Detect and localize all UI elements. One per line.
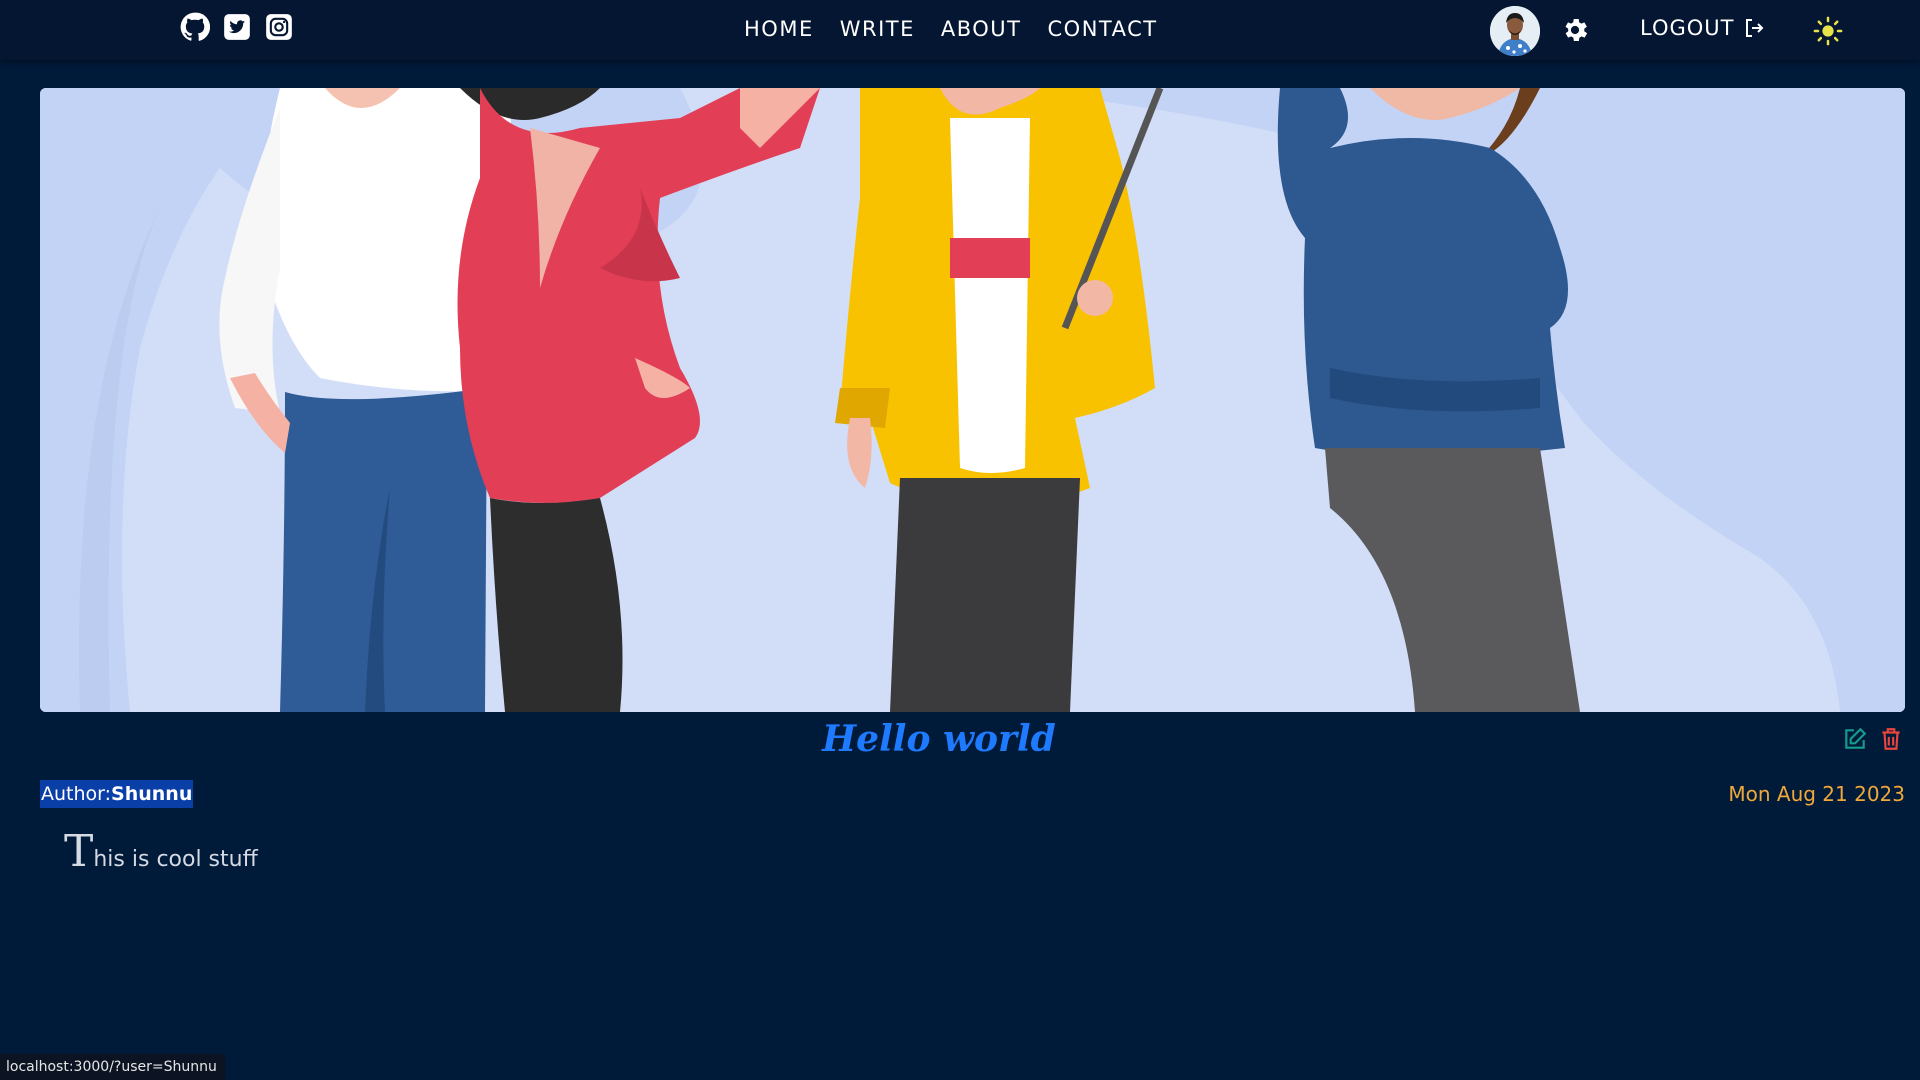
logout-button[interactable]: LOGOUT [1640,16,1766,40]
top-navbar: HOME WRITE ABOUT CONTACT LOGOUT [0,0,1920,60]
author-name: Shunnu [111,783,193,805]
nav-home-link[interactable]: HOME [744,14,814,44]
post-title: Hello world [822,718,1056,760]
post-body-text: his is cool stuff [93,847,258,872]
instagram-icon[interactable] [264,12,294,42]
author-label: Author: [41,783,112,805]
post-header-image [40,88,1905,712]
github-icon[interactable] [180,12,210,42]
twitter-icon[interactable] [222,12,252,42]
main-nav: HOME WRITE ABOUT CONTACT [744,14,1158,44]
avatar[interactable] [1490,6,1540,56]
logout-icon [1746,19,1764,37]
nav-contact-link[interactable]: CONTACT [1048,14,1158,44]
post-body: This is cool stuff [64,826,258,877]
nav-write-link[interactable]: WRITE [840,14,915,44]
sun-icon[interactable] [1813,16,1843,46]
gear-icon[interactable] [1560,15,1590,45]
logout-label: LOGOUT [1640,16,1735,40]
post-date: Mon Aug 21 2023 [1728,782,1905,806]
author-link[interactable]: Author:Shunnu [40,780,194,808]
browser-status-bar: localhost:3000/?user=Shunnu [0,1054,225,1080]
delete-icon[interactable] [1878,726,1904,752]
drop-cap: T [64,826,94,877]
social-links [180,12,294,42]
post-actions [1842,726,1904,752]
nav-about-link[interactable]: ABOUT [941,14,1022,44]
edit-icon[interactable] [1842,726,1868,752]
